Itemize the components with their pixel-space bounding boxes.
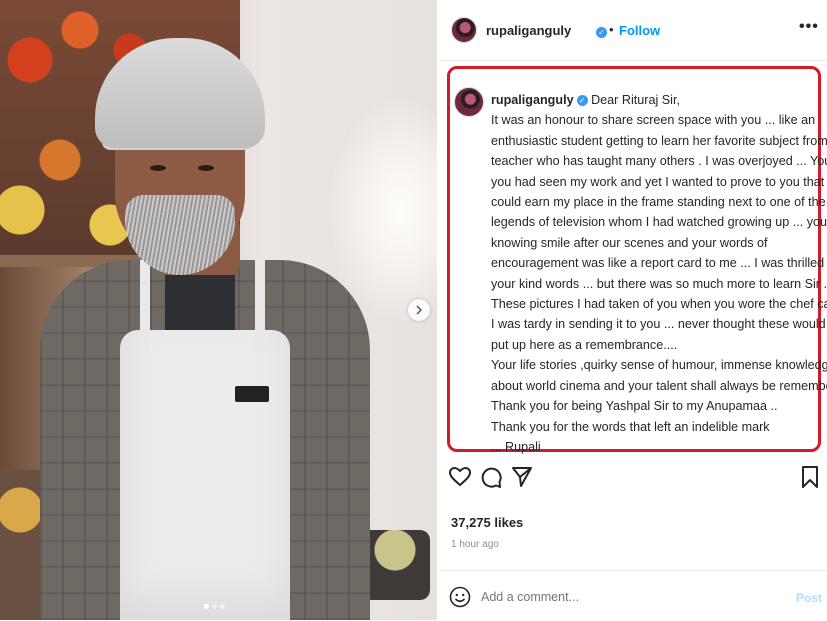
caption-text: rupaliganguly ✓ Dear Rituraj Sir, It was … [491, 90, 827, 457]
chef-hat [95, 38, 265, 148]
caption-line: It was an honour to share screen space w… [491, 113, 816, 128]
post-header: rupaliganguly ✓ • Follow ••• [437, 0, 827, 61]
carousel-dot [212, 604, 217, 609]
comment-bar: Post [437, 570, 827, 621]
caption-line: legends of television whom I had watched… [491, 215, 827, 230]
heart-icon[interactable] [448, 465, 472, 489]
apron-name-tag [235, 386, 269, 402]
like-count[interactable]: 37,275 likes [451, 515, 523, 530]
caption-line: about world cinema and your talent shall… [491, 378, 827, 393]
post-photo[interactable] [0, 0, 437, 620]
carousel-dot-active [204, 604, 209, 609]
caption-line: enthusiastic student getting to learn he… [491, 133, 827, 148]
caption-line: Your life stories ,quirky sense of humou… [491, 358, 827, 373]
post-comment-button[interactable]: Post [796, 591, 822, 605]
caption-line: These pictures I had taken of you when y… [491, 297, 827, 312]
header-username[interactable]: rupaliganguly [486, 23, 571, 38]
caption-line: teacher who has taught many others . I w… [491, 154, 827, 169]
caption-line: put up here as a remembrance.... [491, 337, 678, 352]
caption-line: your kind words ... but there was so muc… [491, 276, 827, 291]
comment-input[interactable] [481, 590, 741, 604]
carousel-dots [204, 604, 225, 609]
caption-highlight-box: rupaliganguly ✓ Dear Rituraj Sir, It was … [447, 66, 827, 454]
caption-line: Thank you for the words that left an ind… [491, 419, 770, 434]
caption-line: could earn my place in the frame standin… [491, 195, 826, 210]
carousel-dot [220, 604, 225, 609]
follow-button[interactable]: Follow [619, 23, 660, 38]
apron-strap-right [255, 260, 265, 350]
bookmark-icon[interactable] [798, 465, 822, 489]
post-timestamp[interactable]: 1 hour ago [451, 539, 499, 550]
chevron-right-icon[interactable] [408, 299, 430, 321]
caption-line: encouragement was like a report card to … [491, 256, 827, 271]
action-bar [437, 465, 827, 495]
caption-avatar[interactable] [454, 87, 484, 117]
share-icon[interactable] [510, 465, 534, 489]
chef-figure [40, 30, 370, 620]
verified-badge-icon: ✓ [593, 24, 607, 42]
left-eye [150, 165, 166, 171]
caption-line: you had seen my work and yet I wanted to… [491, 174, 827, 189]
caption-username[interactable]: rupaliganguly [491, 93, 574, 107]
verified-badge-icon: ✓ [576, 95, 588, 107]
emoji-icon[interactable] [449, 586, 471, 608]
cooking-pot [360, 530, 430, 600]
comment-icon[interactable] [479, 465, 503, 489]
apron [120, 330, 290, 620]
profile-avatar[interactable] [451, 17, 477, 43]
header-separator: • [609, 22, 614, 37]
caption-line: Thank you for being Yashpal Sir to my An… [491, 399, 778, 414]
more-options-icon[interactable]: ••• [799, 18, 819, 36]
apron-strap-left [140, 260, 150, 350]
post-details-panel: rupaliganguly ✓ • Follow ••• rupaligangu… [437, 0, 827, 620]
caption-line: I was tardy in sending it to you ... nev… [491, 317, 827, 332]
caption-greeting: Dear Rituraj Sir, [591, 93, 680, 107]
caption-line: ... Rupali [491, 439, 541, 454]
right-eye [198, 165, 214, 171]
caption-line: knowing smile after our scenes and your … [491, 235, 768, 250]
